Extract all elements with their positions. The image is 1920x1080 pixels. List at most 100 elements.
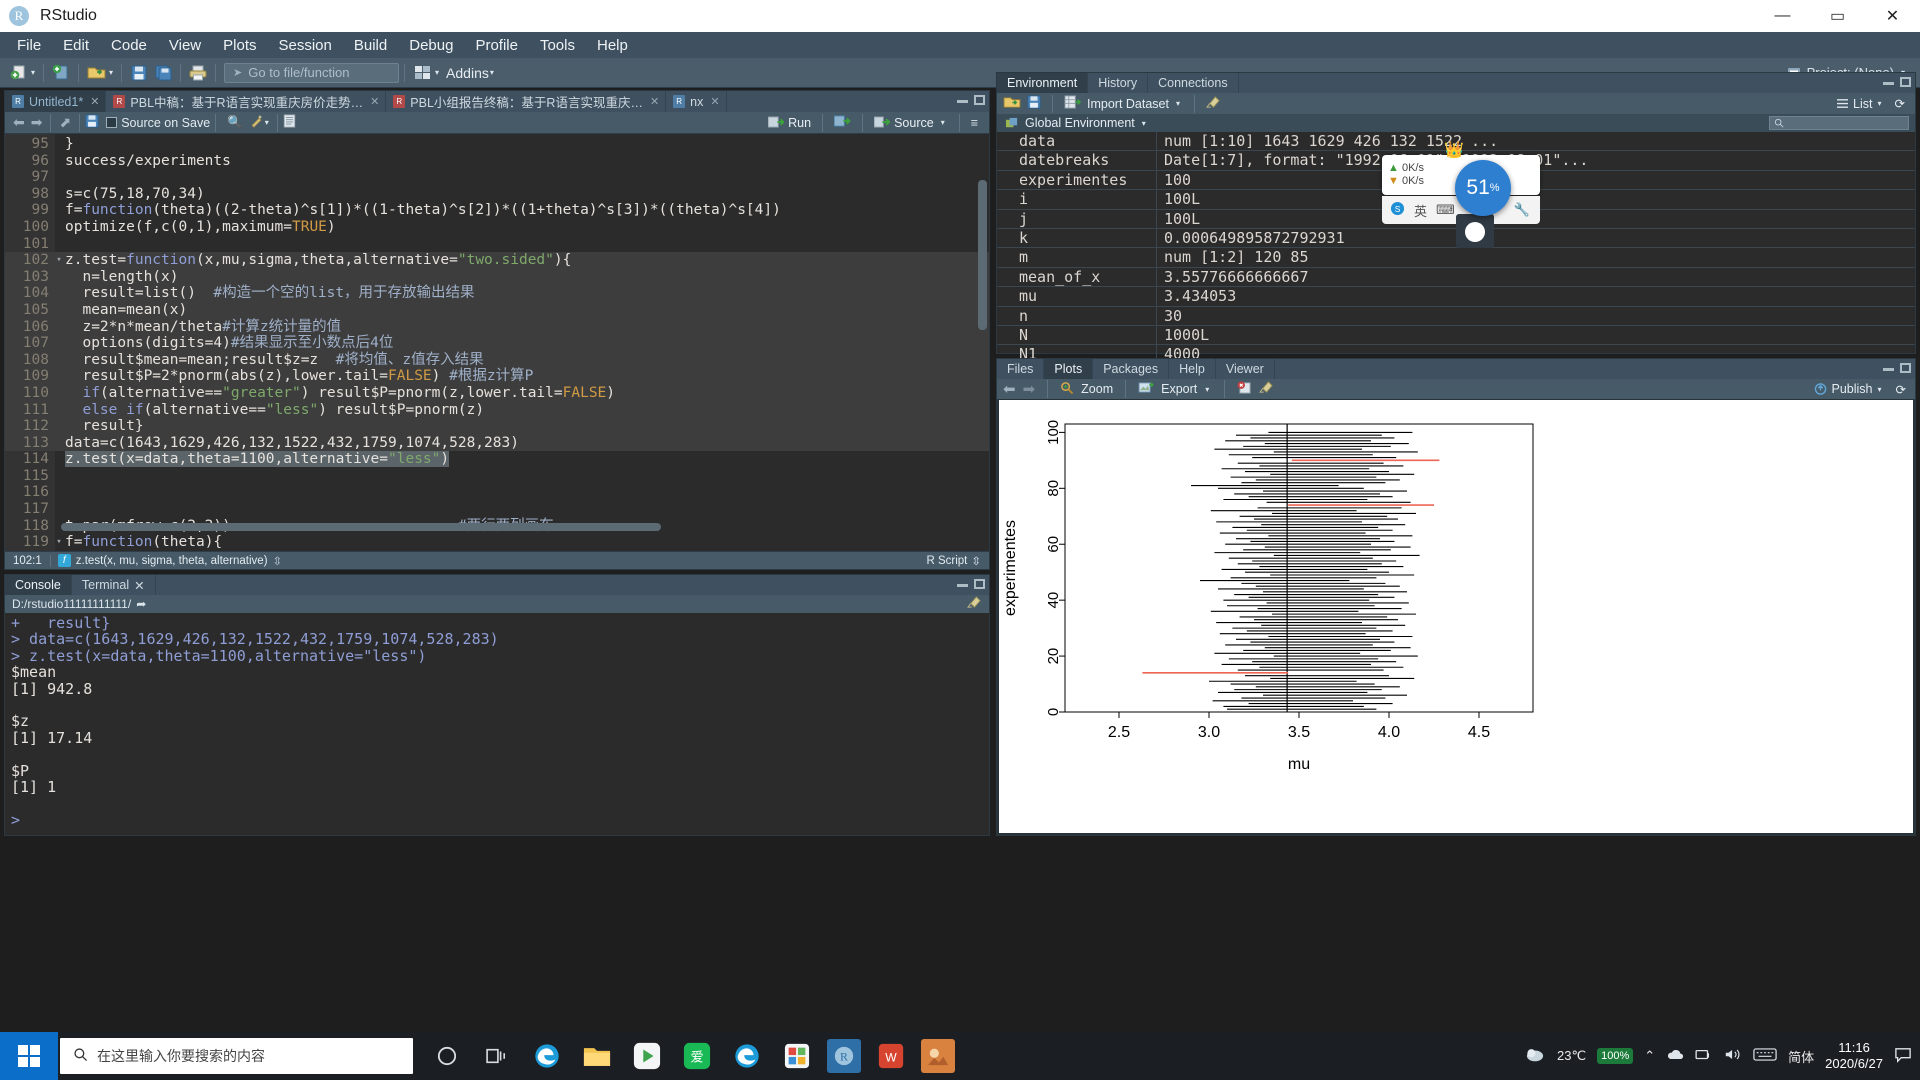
wrench-icon[interactable]: 🔧 <box>1514 202 1530 218</box>
save-workspace-icon[interactable] <box>1027 95 1041 112</box>
show-hidden-icons-chevron[interactable]: ⌃ <box>1644 1048 1655 1064</box>
menu-item-help[interactable]: Help <box>586 34 639 57</box>
fold-toggle-icon[interactable]: ▾ <box>55 252 63 269</box>
code-line[interactable]: 99 f=function(theta)((2-theta)^s[1])*((1-… <box>5 202 989 219</box>
keyboard-icon[interactable]: ⌨ <box>1436 202 1455 218</box>
code-line[interactable]: 101 <box>5 236 989 253</box>
print-icon[interactable] <box>186 62 210 84</box>
compile-report-icon[interactable] <box>283 114 296 131</box>
language-toggle-button[interactable]: 英 <box>1414 201 1427 220</box>
import-dataset-label[interactable]: Import Dataset <box>1087 97 1169 111</box>
code-line[interactable]: 116 <box>5 484 989 501</box>
plots-tab-viewer[interactable]: Viewer <box>1216 359 1275 379</box>
refresh-environment-icon[interactable]: ⟳ <box>1895 96 1909 111</box>
wps-icon[interactable]: W <box>871 1036 911 1076</box>
task-view-icon[interactable] <box>477 1036 517 1076</box>
source-chevron-icon[interactable]: ▾ <box>941 118 945 127</box>
refresh-plot-icon[interactable]: ⟳ <box>1896 382 1909 397</box>
action-center-icon[interactable] <box>1894 1047 1912 1066</box>
environment-tab-connections[interactable]: Connections <box>1148 73 1239 93</box>
maximize-environment-button[interactable] <box>1900 77 1911 87</box>
source-tab-0[interactable]: R Untitled1* ✕ <box>5 91 107 112</box>
function-scope-label[interactable]: z.test(x, mu, sigma, theta, alternative) <box>76 555 268 567</box>
environment-row[interactable]: m num [1:2] 120 85 <box>997 248 1915 268</box>
fold-toggle-icon[interactable]: ▾ <box>55 534 63 551</box>
start-button[interactable] <box>0 1032 58 1080</box>
code-line[interactable]: 107 options(digits=4)#结果显示至小数点后4位 <box>5 335 989 352</box>
cortana-icon[interactable] <box>427 1036 467 1076</box>
clock[interactable]: 11:16 2020/6/27 <box>1825 1040 1883 1072</box>
code-editor[interactable]: 95} 96 success/experiments 97 98 s=c(75,18,70… <box>5 134 989 551</box>
environment-row[interactable]: N 1000L <box>997 325 1915 346</box>
plots-tab-files[interactable]: Files <box>997 359 1045 379</box>
open-file-icon[interactable] <box>84 62 108 84</box>
addins-button[interactable]: Addins <box>446 65 489 81</box>
open-file-chevron-icon[interactable]: ▾ <box>109 68 113 77</box>
code-line[interactable]: 110 if(alternative=="greater") result$P=… <box>5 384 989 402</box>
import-chevron-icon[interactable]: ▾ <box>1176 99 1180 108</box>
console-tab-terminal[interactable]: Terminal ✕ <box>72 575 156 595</box>
onedrive-icon[interactable] <box>1666 1048 1684 1064</box>
editor-horizontal-scrollbar[interactable] <box>61 523 661 531</box>
new-file-chevron-icon[interactable]: ▾ <box>31 68 35 77</box>
source-on-save-checkbox[interactable]: Source on Save <box>106 116 210 130</box>
export-label[interactable]: Export <box>1161 382 1197 396</box>
iqiyi-icon[interactable]: 爱 <box>677 1036 717 1076</box>
zoom-icon[interactable] <box>1060 381 1074 397</box>
remove-plot-icon[interactable] <box>1237 381 1252 397</box>
save-all-icon[interactable] <box>151 62 175 84</box>
weather-temperature[interactable]: 23℃ <box>1557 1048 1586 1064</box>
store-play-icon[interactable] <box>627 1036 667 1076</box>
console-output[interactable]: + result} > data=c(1643,1629,426,132,1522… <box>5 613 989 835</box>
publish-button[interactable]: Publish ▾ <box>1814 382 1889 396</box>
code-line[interactable]: 102 ▾ z.test=function(x,mu,sigma,theta,alt… <box>5 252 989 269</box>
outline-icon[interactable]: ≡ <box>971 116 978 130</box>
edge-icon[interactable] <box>527 1036 567 1076</box>
maximize-console-button[interactable] <box>974 579 985 589</box>
close-terminal-icon[interactable]: ✕ <box>134 578 144 593</box>
maximize-plots-button[interactable] <box>1900 363 1911 373</box>
menu-item-tools[interactable]: Tools <box>529 34 586 57</box>
zoom-label[interactable]: Zoom <box>1081 382 1113 396</box>
ime-chinese-icon[interactable]: S <box>1390 201 1405 219</box>
export-icon[interactable] <box>1138 381 1155 397</box>
file-type-selector[interactable]: R Script ⇳ <box>926 554 989 568</box>
code-tools-icon[interactable] <box>249 114 264 131</box>
file-explorer-icon[interactable] <box>577 1036 617 1076</box>
scope-chevron-icon[interactable]: ⇳ <box>273 554 283 568</box>
microsoft-store-icon[interactable] <box>777 1036 817 1076</box>
ime-keyboard-icon[interactable] <box>1753 1047 1777 1065</box>
close-button[interactable]: ✕ <box>1865 0 1920 32</box>
source-tab-1[interactable]: R PBL中稿：基于R语言实现重庆房价走势… ✕ <box>106 91 387 112</box>
export-chevron-icon[interactable]: ▾ <box>1205 385 1209 394</box>
menu-item-debug[interactable]: Debug <box>398 34 464 57</box>
plot-forward-icon[interactable]: ➡ <box>1023 380 1036 398</box>
rerun-button[interactable] <box>833 114 851 131</box>
environment-scope-label[interactable]: Global Environment <box>1025 116 1135 130</box>
overlay-handle[interactable] <box>1465 222 1485 242</box>
code-line[interactable]: 100 optimize(f,c(0,1),maximum=TRUE) <box>5 219 989 236</box>
new-file-icon[interactable] <box>6 62 30 84</box>
editor-vertical-scrollbar[interactable] <box>978 180 987 330</box>
plots-tab-packages[interactable]: Packages <box>1093 359 1170 379</box>
code-line[interactable]: 119 ▾ f=function(theta){ <box>5 534 989 551</box>
code-line[interactable]: 106 z=2*n*mean/theta#计算z统计量的值 <box>5 318 989 336</box>
close-tab-icon[interactable]: ✕ <box>370 95 379 108</box>
clear-plots-icon[interactable] <box>1259 381 1274 397</box>
minimize-plots-button[interactable] <box>1883 363 1894 373</box>
code-line[interactable]: 115 <box>5 468 989 485</box>
maximize-button[interactable]: ▭ <box>1810 0 1865 32</box>
code-line[interactable]: 108 result$mean=mean;result$z=z #将均值、z值存… <box>5 351 989 369</box>
go-to-file-input[interactable]: ➤ Go to file/function <box>224 62 400 83</box>
code-line[interactable]: 109 result$P=2*pnorm(abs(z),lower.tail=F… <box>5 368 989 385</box>
environment-tab-history[interactable]: History <box>1088 73 1149 93</box>
minimize-console-button[interactable] <box>957 579 968 589</box>
volume-icon[interactable] <box>1724 1047 1742 1065</box>
network-icon[interactable] <box>1695 1048 1713 1065</box>
open-in-explorer-icon[interactable]: ➦ <box>136 597 146 611</box>
close-tab-icon[interactable]: ✕ <box>90 95 99 108</box>
back-icon[interactable]: ⬅ <box>10 114 28 131</box>
environment-row[interactable]: mean_of_x 3.55776666666667 <box>997 267 1915 288</box>
code-line[interactable]: 96 success/experiments <box>5 153 989 170</box>
load-workspace-icon[interactable] <box>1003 95 1021 113</box>
